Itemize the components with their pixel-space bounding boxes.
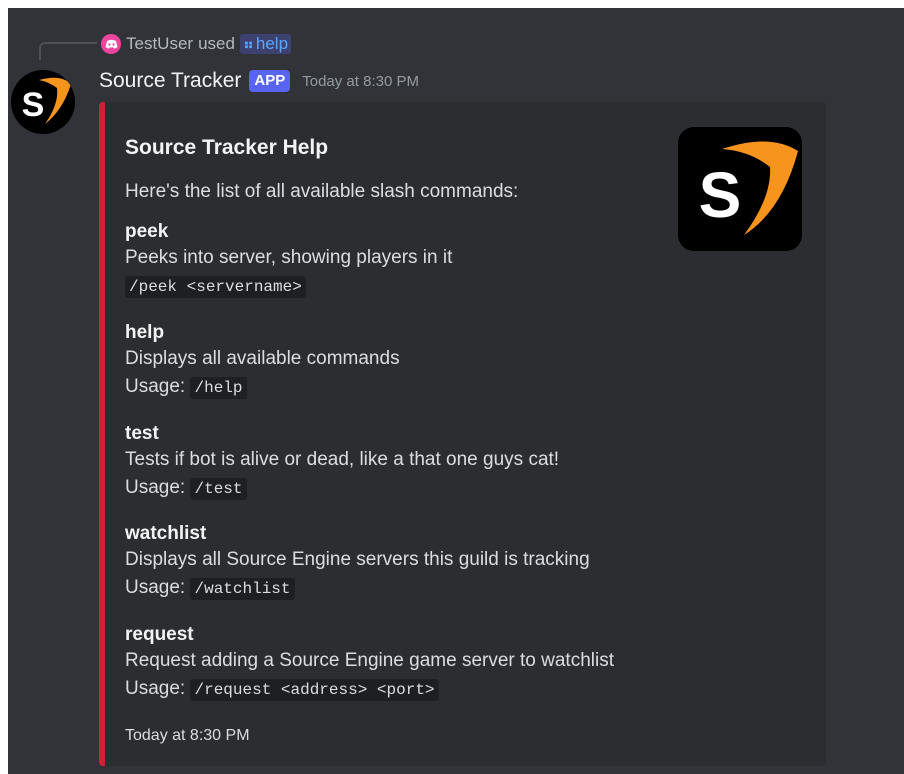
field-description: Request adding a Source Engine game serv…	[125, 650, 614, 671]
message-timestamp[interactable]: Today at 8:30 PM	[302, 73, 419, 90]
embed: Source Tracker Help Here's the list of a…	[99, 102, 826, 766]
field-value: Request adding a Source Engine game serv…	[125, 647, 725, 704]
field-name: help	[125, 322, 165, 343]
usage-label: Usage:	[125, 678, 186, 699]
field-help: help Displays all available commands Usa…	[125, 321, 725, 402]
field-description: Peeks into server, showing players in it	[125, 247, 453, 268]
chat-area: TestUser used ⠶ help S Source Tracker AP…	[8, 8, 904, 774]
field-name: peek	[125, 221, 169, 242]
discord-icon[interactable]	[101, 34, 121, 54]
field-value: Tests if bot is alive or dead, like a th…	[125, 446, 725, 503]
field-description: Displays all Source Engine servers this …	[125, 549, 590, 570]
usage-code: /peek <servername>	[125, 276, 306, 298]
field-value: Displays all Source Engine servers this …	[125, 546, 725, 603]
usage-code: /help	[190, 377, 247, 399]
field-request: request Request adding a Source Engine g…	[125, 623, 725, 704]
usage-label: Usage:	[125, 477, 186, 498]
field-description: Tests if bot is alive or dead, like a th…	[125, 449, 560, 470]
embed-title: Source Tracker Help	[125, 136, 329, 159]
slash-command-mention[interactable]: ⠶ help	[239, 34, 292, 54]
field-name: test	[125, 423, 159, 444]
avatar[interactable]: S	[11, 70, 75, 134]
reply-connector-line	[39, 42, 97, 60]
field-value: Peeks into server, showing players in it…	[125, 244, 725, 301]
field-value: Displays all available commands Usage: /…	[125, 345, 725, 402]
svg-text:S: S	[22, 86, 45, 124]
slash-command-name: help	[255, 34, 289, 53]
usage-code: /test	[190, 478, 247, 500]
slash-command-icon: ⠶	[242, 35, 254, 52]
command-usage-line: TestUser used ⠶ help	[101, 32, 292, 56]
usage-code: /request <address> <port>	[190, 679, 439, 701]
reply-username[interactable]: TestUser	[126, 34, 193, 54]
embed-footer-timestamp: Today at 8:30 PM	[125, 727, 250, 744]
field-watchlist: watchlist Displays all Source Engine ser…	[125, 522, 725, 603]
app-badge: APP	[249, 70, 291, 92]
message-header: Source Tracker APP Today at 8:30 PM	[99, 69, 419, 93]
usage-code: /watchlist	[190, 578, 295, 600]
field-test: test Tests if bot is alive or dead, like…	[125, 422, 725, 503]
field-name: request	[125, 624, 194, 645]
used-text: used	[198, 34, 235, 53]
author-name[interactable]: Source Tracker	[99, 69, 241, 93]
usage-label: Usage:	[125, 577, 186, 598]
source-logo-icon: S	[22, 77, 71, 124]
usage-label: Usage:	[125, 376, 186, 397]
field-peek: peek Peeks into server, showing players …	[125, 220, 725, 301]
field-name: watchlist	[125, 523, 207, 544]
field-description: Displays all available commands	[125, 348, 400, 369]
embed-description: Here's the list of all available slash c…	[125, 181, 519, 202]
